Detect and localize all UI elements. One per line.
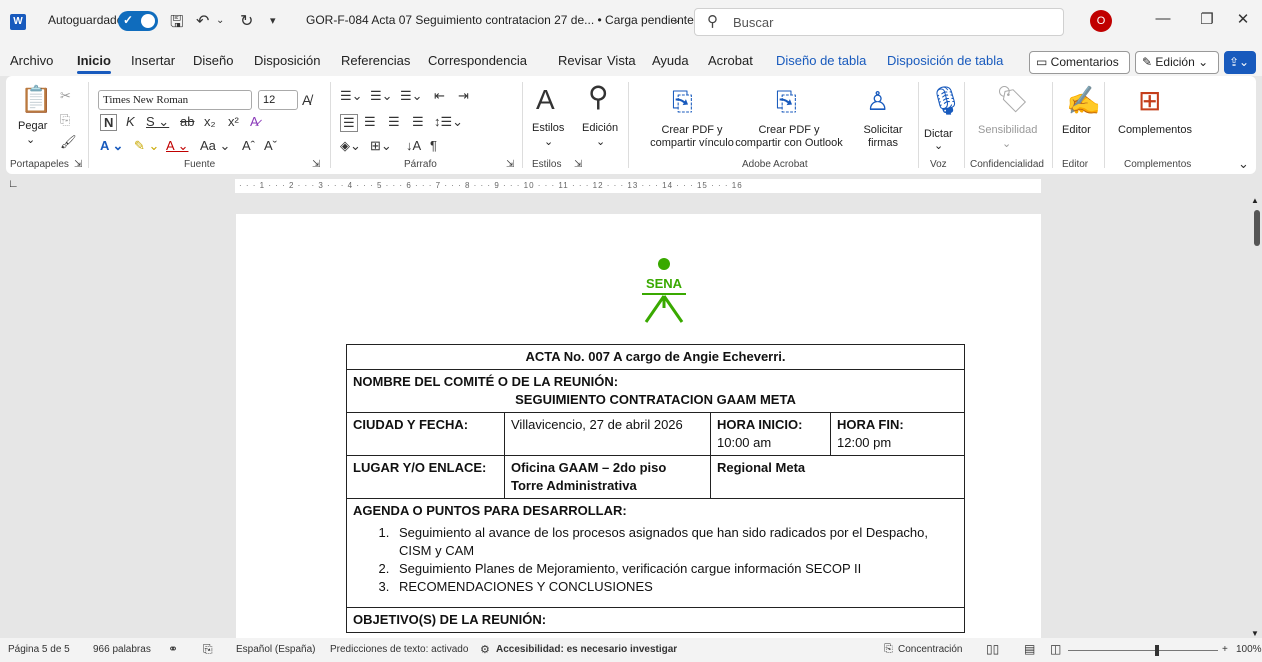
committee-label: NOMBRE DEL COMITÉ O DE LA REUNIÓN: bbox=[353, 374, 619, 389]
ribbon: 📋 Pegar ⌄ ✂ ⎘ 🖌 Portapapeles ⇲ Times New… bbox=[6, 76, 1256, 174]
zoom-level[interactable]: 100% bbox=[1236, 644, 1262, 655]
place-value-cell[interactable]: Oficina GAAM – 2do piso Torre Administra… bbox=[504, 455, 711, 499]
end-time-label: HORA FIN: bbox=[837, 417, 904, 432]
horizontal-ruler[interactable]: · · · 1 · · · 2 · · · 3 · · · 4 · · · 5 … bbox=[235, 179, 1041, 193]
scroll-down-icon[interactable]: ▼ bbox=[1251, 629, 1259, 638]
check-icon: ✓ bbox=[123, 13, 134, 27]
page-count[interactable]: Página 5 de 5 bbox=[8, 644, 70, 655]
collapse-ribbon-icon[interactable]: ⌄ bbox=[1238, 156, 1249, 172]
restore-icon[interactable]: ❐ bbox=[1192, 10, 1222, 28]
tab-referencias[interactable]: Referencias bbox=[341, 53, 410, 68]
read-mode-icon[interactable]: ▯▯ bbox=[986, 642, 999, 656]
tab-revisar[interactable]: Revisar bbox=[558, 53, 602, 68]
addins-button[interactable]: Complementos bbox=[1118, 124, 1192, 137]
autosave-label: Autoguardado bbox=[48, 13, 124, 27]
tab-acrobat[interactable]: Acrobat bbox=[708, 53, 753, 68]
undo-icon[interactable]: ↶ bbox=[196, 11, 209, 31]
agenda-item: RECOMENDACIONES Y CONCLUSIONES bbox=[393, 578, 958, 596]
regional-value[interactable]: Regional Meta bbox=[710, 455, 965, 499]
comments-button[interactable]: ▭ Comentarios bbox=[1029, 51, 1130, 74]
addins-group: ⊞ Complementos Complementos ⌄ bbox=[6, 84, 1256, 174]
search-placeholder: Buscar bbox=[733, 15, 774, 30]
customize-toolbar-icon[interactable]: ▾ bbox=[270, 14, 276, 27]
save-icon[interactable]: 🖫 bbox=[170, 11, 184, 38]
tab-disposicion[interactable]: Disposición bbox=[254, 53, 320, 68]
redo-icon[interactable]: ↻ bbox=[240, 11, 253, 31]
share-button[interactable]: ⇪⌄ bbox=[1224, 51, 1256, 74]
avatar[interactable]: O bbox=[1090, 10, 1112, 32]
print-layout-icon[interactable]: ▤ bbox=[1024, 642, 1035, 656]
status-bar: Página 5 de 5 966 palabras ⚭ ⎘ Español (… bbox=[0, 638, 1262, 662]
minimize-icon[interactable]: — bbox=[1148, 10, 1178, 27]
agenda-list: Seguimiento al avance de los procesos as… bbox=[393, 524, 958, 596]
document-title[interactable]: GOR-F-084 Acta 07 Seguimiento contrataci… bbox=[306, 13, 694, 27]
focus-mode-button[interactable]: Concentración bbox=[898, 644, 962, 655]
tab-insertar[interactable]: Insertar bbox=[131, 53, 175, 68]
place-value-line2: Torre Administrativa bbox=[511, 478, 637, 493]
tab-archivo[interactable]: Archivo bbox=[10, 53, 53, 68]
scroll-up-icon[interactable]: ▲ bbox=[1251, 196, 1259, 205]
tab-vista[interactable]: Vista bbox=[607, 53, 636, 68]
agenda-item: Seguimiento al avance de los procesos as… bbox=[393, 524, 958, 560]
agenda-label: AGENDA O PUNTOS PARA DESARROLLAR: bbox=[353, 503, 627, 518]
search-icon: ⚲ bbox=[707, 13, 718, 30]
accessibility-status[interactable]: Accesibilidad: es necesario investigar bbox=[496, 644, 677, 655]
addins-group-label: Complementos bbox=[1124, 159, 1192, 170]
acta-table[interactable]: ACTA No. 007 A cargo de Angie Echeverri.… bbox=[346, 344, 965, 633]
comments-label: Comentarios bbox=[1050, 55, 1119, 69]
title-dropdown-icon[interactable]: ⌄ bbox=[672, 15, 680, 26]
committee-name: SEGUIMIENTO CONTRATACION GAAM META bbox=[515, 392, 796, 407]
editing-mode-label: Edición bbox=[1155, 55, 1195, 69]
proofing-icon[interactable]: ⎘ bbox=[203, 642, 213, 657]
word-icon[interactable]: W bbox=[10, 14, 26, 30]
tab-inicio[interactable]: Inicio bbox=[77, 53, 111, 74]
sena-logo-text: SENA bbox=[646, 276, 683, 291]
tab-diseno-de-tabla[interactable]: Diseño de tabla bbox=[776, 53, 866, 68]
web-layout-icon[interactable]: ◫ bbox=[1050, 642, 1061, 656]
undo-dropdown-icon[interactable]: ⌄ bbox=[216, 15, 224, 26]
tab-correspondencia[interactable]: Correspondencia bbox=[428, 53, 527, 68]
start-time-cell[interactable]: HORA INICIO: 10:00 am bbox=[710, 412, 831, 456]
city-date-label[interactable]: CIUDAD Y FECHA: bbox=[346, 412, 505, 456]
objective-label[interactable]: OBJETIVO(S) DE LA REUNIÓN: bbox=[346, 607, 965, 633]
tab-stop-icon[interactable]: ∟ bbox=[8, 178, 19, 190]
sena-logo: SENA bbox=[642, 258, 686, 323]
committee-cell[interactable]: NOMBRE DEL COMITÉ O DE LA REUNIÓN: SEGUI… bbox=[346, 369, 965, 413]
vertical-scrollbar[interactable]: ▲ ▼ bbox=[1248, 196, 1262, 638]
scroll-thumb[interactable] bbox=[1254, 210, 1260, 246]
search-box[interactable]: ⚲ Buscar bbox=[694, 8, 1064, 36]
autosave-toggle[interactable]: ✓ bbox=[118, 11, 158, 31]
start-time-value: 10:00 am bbox=[717, 435, 772, 450]
pencil-icon: ✎ bbox=[1142, 55, 1156, 69]
city-date-value[interactable]: Villavicencio, 27 de abril 2026 bbox=[504, 412, 711, 456]
ruler-bar: ∟ · · · 1 · · · 2 · · · 3 · · · 4 · · · … bbox=[0, 176, 1262, 196]
place-value-line1: Oficina GAAM – 2do piso bbox=[511, 460, 667, 475]
addins-icon[interactable]: ⊞ bbox=[1138, 84, 1161, 117]
acta-title[interactable]: ACTA No. 007 A cargo de Angie Echeverri. bbox=[346, 344, 965, 370]
zoom-slider[interactable] bbox=[1068, 650, 1218, 651]
word-count[interactable]: 966 palabras bbox=[93, 644, 151, 655]
close-icon[interactable]: ✕ bbox=[1228, 10, 1258, 28]
text-predictions-status[interactable]: Predicciones de texto: activado bbox=[330, 644, 468, 655]
end-time-cell[interactable]: HORA FIN: 12:00 pm bbox=[830, 412, 965, 456]
end-time-value: 12:00 pm bbox=[837, 435, 892, 450]
tab-ayuda[interactable]: Ayuda bbox=[652, 53, 689, 68]
track-changes-icon[interactable]: ⚭ bbox=[168, 642, 178, 656]
editing-mode-button[interactable]: ✎ Edición ⌄ bbox=[1135, 51, 1219, 74]
title-bar: W Autoguardado ✓ 🖫 ↶ ⌄ ↻ ▾ GOR-F-084 Act… bbox=[0, 0, 1262, 44]
tab-disposicion-de-tabla[interactable]: Disposición de tabla bbox=[887, 53, 1003, 68]
share-icon: ⇪⌄ bbox=[1229, 55, 1250, 69]
zoom-slider-thumb[interactable] bbox=[1155, 645, 1159, 656]
tab-diseno[interactable]: Diseño bbox=[193, 53, 233, 68]
place-label[interactable]: LUGAR Y/O ENLACE: bbox=[346, 455, 505, 499]
agenda-item: Seguimiento Planes de Mejoramiento, veri… bbox=[393, 560, 958, 578]
agenda-cell[interactable]: AGENDA O PUNTOS PARA DESARROLLAR: Seguim… bbox=[346, 498, 965, 608]
comment-icon: ▭ bbox=[1036, 55, 1051, 69]
document-page[interactable]: SENA ACTA No. 007 A cargo de Angie Echev… bbox=[236, 214, 1041, 638]
zoom-in-icon[interactable]: + bbox=[1222, 644, 1228, 655]
language-status[interactable]: Español (España) bbox=[236, 644, 316, 655]
start-time-label: HORA INICIO: bbox=[717, 417, 803, 432]
accessibility-icon: ⚙ bbox=[480, 644, 490, 656]
focus-icon: ⎘ bbox=[884, 643, 893, 655]
